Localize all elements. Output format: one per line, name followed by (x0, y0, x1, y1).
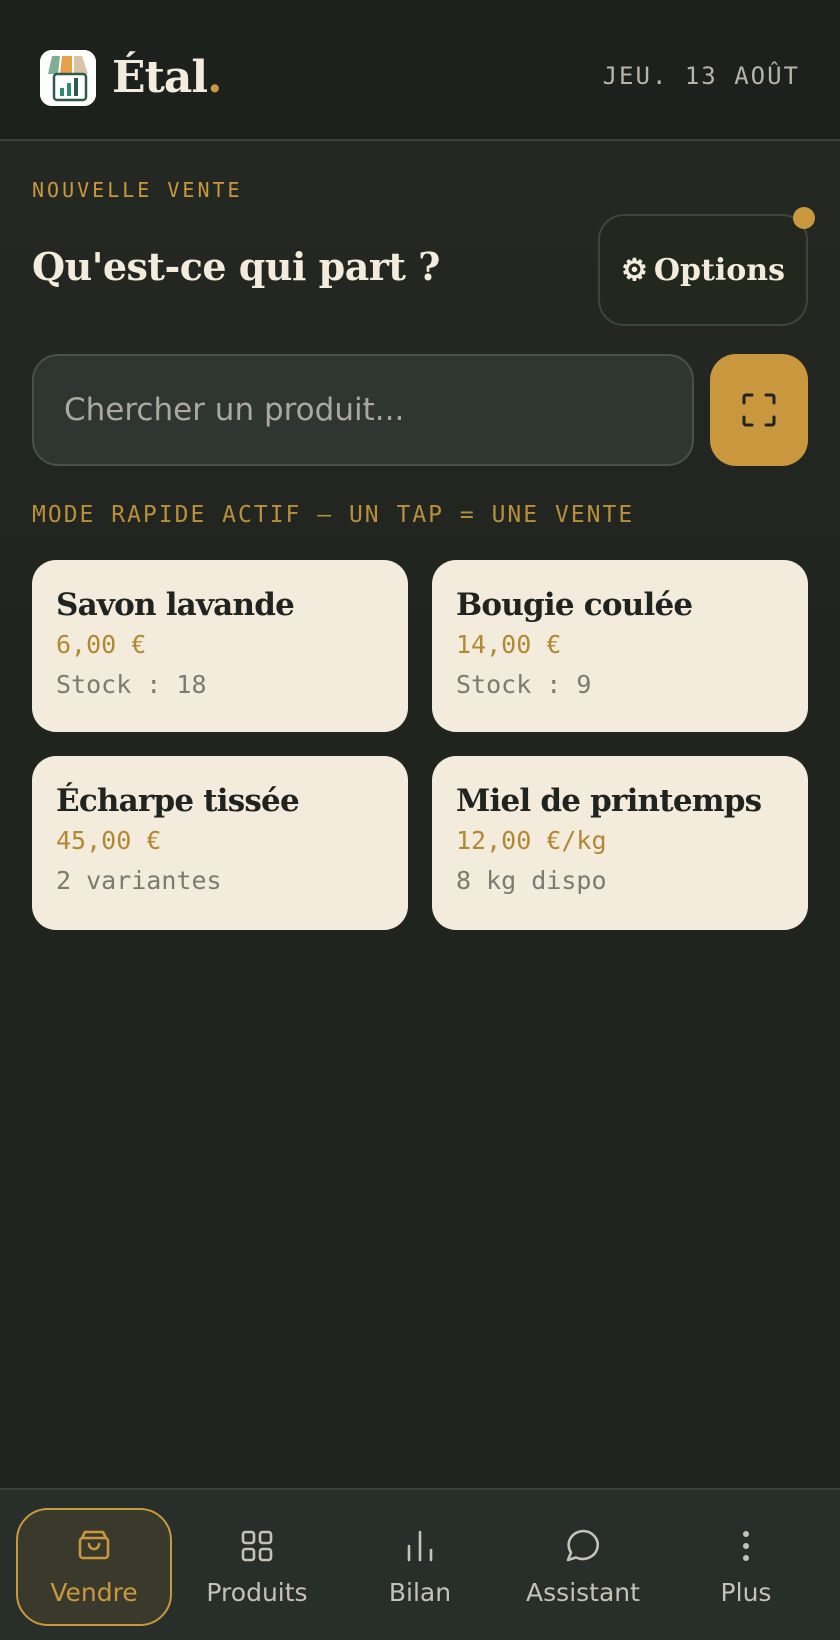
product-stock: Stock : 9 (456, 670, 592, 699)
nav-label: Vendre (50, 1578, 138, 1607)
nav-label: Bilan (388, 1578, 452, 1607)
product-card-miel-de-printemps[interactable]: Miel de printemps 12,00 €/kg 8 kg dispo (432, 756, 808, 930)
product-availability: 8 kg dispo (456, 866, 607, 895)
current-date: JEU. 13 AOÛT (602, 62, 800, 90)
product-name: Bougie coulée (456, 587, 693, 623)
nav-label: Produits (206, 1578, 308, 1607)
more-vertical-icon (743, 1531, 749, 1561)
product-variants: 2 variantes (56, 866, 222, 895)
app-header: Étal. JEU. 13 AOÛT (0, 0, 840, 141)
product-price: 45,00 € (56, 826, 162, 855)
chat-bubble-icon (566, 1529, 600, 1562)
nav-item-produits[interactable]: Produits (179, 1508, 335, 1626)
section-eyebrow: NOUVELLE VENTE (32, 178, 243, 202)
nav-label: Assistant (526, 1578, 640, 1607)
options-button[interactable]: ⚙ Options (598, 214, 808, 326)
nav-item-plus[interactable]: Plus (668, 1508, 824, 1626)
product-stock: Stock : 18 (56, 670, 207, 699)
quick-mode-label: MODE RAPIDE ACTIF — UN TAP = UNE VENTE (32, 502, 635, 528)
brand-name: Étal. (112, 48, 222, 108)
product-card-savon-lavande[interactable]: Savon lavande 6,00 € Stock : 18 (32, 560, 408, 732)
product-card-echarpe-tissee[interactable]: Écharpe tissée 45,00 € 2 variantes (32, 756, 408, 930)
nav-item-vendre[interactable]: Vendre (16, 1508, 172, 1626)
notification-dot (793, 207, 815, 229)
product-name: Miel de printemps (456, 783, 762, 819)
search-field[interactable] (32, 354, 694, 466)
search-input[interactable] (34, 356, 692, 464)
bar-chart-icon (407, 1530, 433, 1562)
brand-text: Étal (112, 52, 208, 103)
gear-icon: ⚙ (621, 252, 648, 288)
bottom-nav: Vendre Produits Bilan Assistant Plus (0, 1488, 840, 1640)
product-price: 14,00 € (456, 630, 562, 659)
product-price: 12,00 €/kg (456, 826, 607, 855)
options-label: Options (653, 252, 785, 288)
page-title: Qu'est-ce qui part ? (32, 244, 440, 289)
product-name: Savon lavande (56, 587, 295, 623)
nav-label: Plus (720, 1578, 772, 1607)
scan-button[interactable] (710, 354, 808, 466)
app-logo-icon (40, 50, 96, 106)
product-card-bougie-coulee[interactable]: Bougie coulée 14,00 € Stock : 9 (432, 560, 808, 732)
grid-icon (241, 1530, 273, 1562)
brand-dot: . (207, 52, 222, 103)
scan-icon (742, 393, 776, 427)
product-price: 6,00 € (56, 630, 147, 659)
basket-icon (78, 1530, 110, 1560)
nav-item-bilan[interactable]: Bilan (342, 1508, 498, 1626)
product-name: Écharpe tissée (56, 783, 300, 819)
nav-item-assistant[interactable]: Assistant (505, 1508, 661, 1626)
